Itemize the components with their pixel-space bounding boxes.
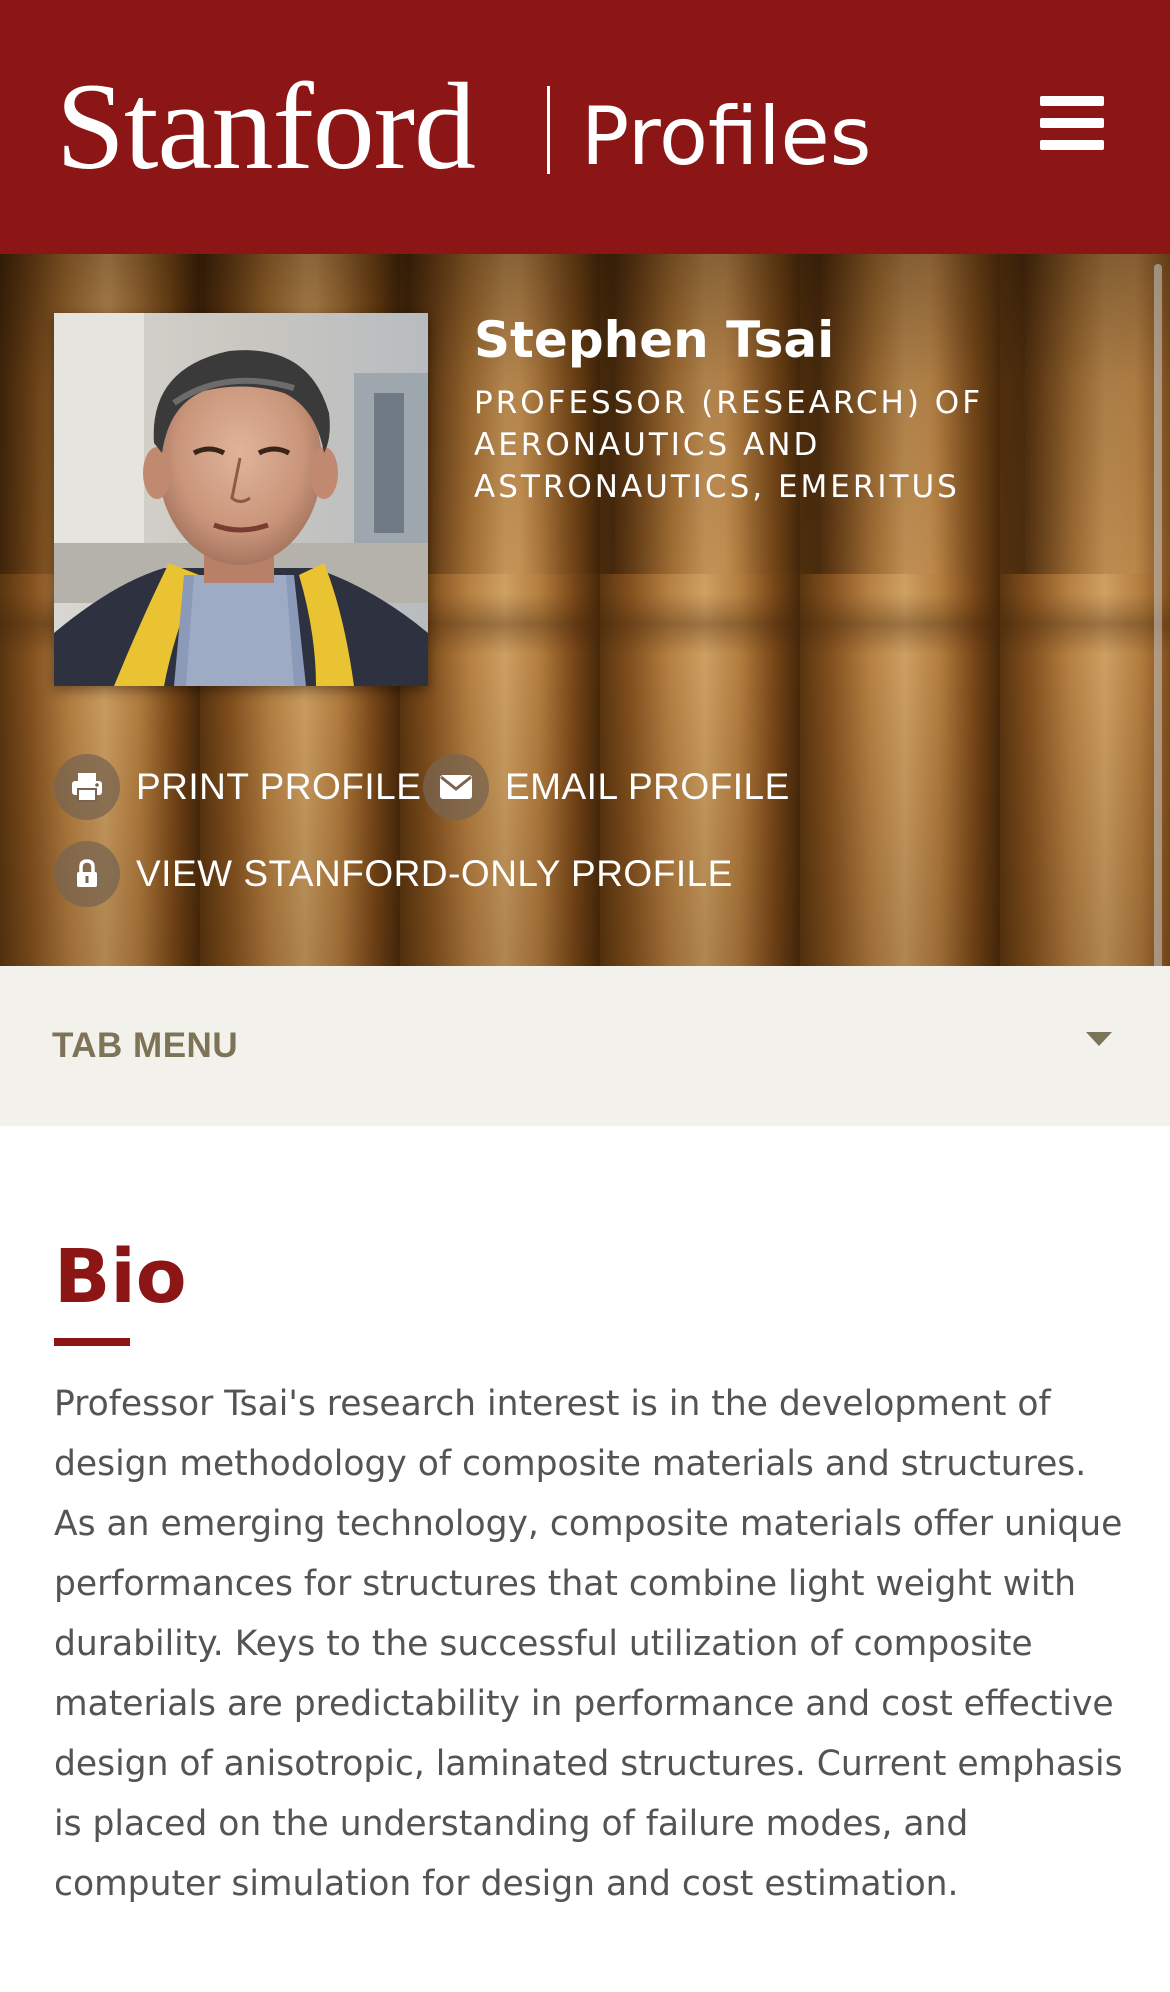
profile-name: Stephen Tsai	[474, 311, 835, 369]
tab-menu-label: TAB MENU	[52, 1026, 239, 1065]
lock-icon	[54, 841, 120, 907]
email-profile-button[interactable]: EMAIL PROFILE	[423, 754, 790, 820]
bio-heading: Bio	[54, 1234, 187, 1320]
profile-hero: Stephen Tsai Professor (Research) of Aer…	[0, 254, 1170, 966]
site-header: Stanford Profiles	[0, 0, 1170, 254]
bio-text: Professor Tsai's research interest is in…	[54, 1384, 1123, 1904]
brand-divider	[547, 86, 550, 174]
profiles-site-name[interactable]: Profiles	[581, 92, 871, 182]
profile-photo	[54, 313, 428, 686]
hamburger-menu-icon[interactable]	[1036, 92, 1108, 154]
email-profile-label: EMAIL PROFILE	[505, 766, 790, 807]
view-stanford-only-profile-link[interactable]: VIEW STANFORD-ONLY PROFILE	[54, 841, 733, 907]
view-stanford-only-profile-label: VIEW STANFORD-ONLY PROFILE	[136, 853, 733, 894]
caret-down-icon	[1086, 1032, 1112, 1046]
printer-icon	[54, 754, 120, 820]
print-profile-button[interactable]: PRINT PROFILE	[54, 754, 421, 820]
tab-menu-dropdown[interactable]: TAB MENU	[0, 966, 1170, 1126]
envelope-icon	[423, 754, 489, 820]
scrollbar[interactable]	[1154, 264, 1162, 966]
bio-heading-underline	[54, 1338, 130, 1346]
stanford-wordmark[interactable]: Stanford	[56, 62, 476, 192]
profile-title: Professor (Research) of Aeronautics and …	[474, 385, 984, 505]
print-profile-label: PRINT PROFILE	[136, 766, 422, 807]
